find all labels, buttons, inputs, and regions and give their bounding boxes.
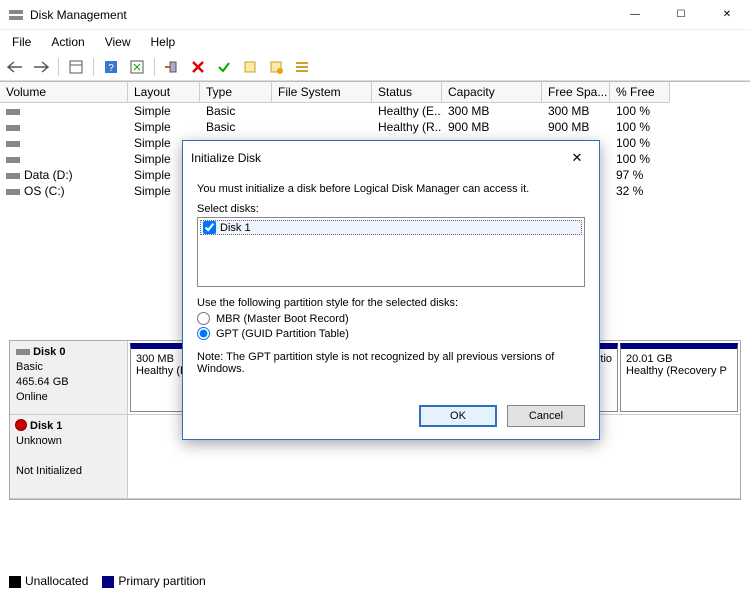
volume-row[interactable]: SimpleBasicHealthy (E...300 MB300 MB100 …: [0, 103, 750, 119]
col-status[interactable]: Status: [372, 82, 442, 103]
select-disks-label: Select disks:: [197, 203, 585, 215]
mbr-radio-row[interactable]: MBR (Master Boot Record): [197, 311, 585, 326]
legend-primary: Primary partition: [118, 574, 205, 588]
initialize-disk-dialog: Initialize Disk ✕ You must initialize a …: [182, 140, 600, 440]
menu-action[interactable]: Action: [43, 32, 92, 52]
primary-swatch: [102, 576, 114, 588]
refresh-icon[interactable]: [126, 56, 148, 78]
col-type[interactable]: Type: [200, 82, 272, 103]
partition[interactable]: 20.01 GB Healthy (Recovery P: [620, 343, 738, 412]
window-title: Disk Management: [30, 8, 612, 22]
disk1-label: Disk 1: [220, 222, 251, 234]
gpt-label: GPT (GUID Partition Table): [216, 328, 349, 340]
show-hide-icon[interactable]: [65, 56, 87, 78]
help-icon[interactable]: ?: [100, 56, 122, 78]
disk-list: Disk 1: [197, 217, 585, 287]
properties-icon[interactable]: [265, 56, 287, 78]
col-capacity[interactable]: Capacity: [442, 82, 542, 103]
unallocated-swatch: [9, 576, 21, 588]
partition[interactable]: 300 MB Healthy (E: [130, 343, 190, 412]
col-layout[interactable]: Layout: [128, 82, 200, 103]
legend: Unallocated Primary partition: [9, 574, 206, 588]
disk1-status: Not Initialized: [16, 465, 82, 477]
disk1-checkbox[interactable]: [203, 221, 216, 234]
disk0-status: Online: [16, 391, 48, 403]
close-button[interactable]: ✕: [704, 0, 750, 30]
main-titlebar: Disk Management — ☐ ✕: [0, 0, 750, 30]
ok-button[interactable]: OK: [419, 405, 497, 427]
col-volume[interactable]: Volume: [0, 82, 128, 103]
disk0-type: Basic: [16, 361, 43, 373]
forward-icon[interactable]: [30, 56, 52, 78]
menu-file[interactable]: File: [4, 32, 39, 52]
disk1-name: Disk 1: [30, 420, 62, 432]
gpt-radio[interactable]: [197, 327, 210, 340]
partition-style-label: Use the following partition style for th…: [197, 297, 585, 309]
menu-view[interactable]: View: [97, 32, 139, 52]
mbr-radio[interactable]: [197, 312, 210, 325]
dialog-title: Initialize Disk: [191, 151, 563, 165]
check-icon[interactable]: [213, 56, 235, 78]
menu-bar: File Action View Help: [0, 30, 750, 54]
mbr-label: MBR (Master Boot Record): [216, 313, 349, 325]
volume-list-header: Volume Layout Type File System Status Ca…: [0, 82, 750, 103]
minimize-button[interactable]: —: [612, 0, 658, 30]
list-icon[interactable]: [291, 56, 313, 78]
legend-unallocated: Unallocated: [25, 574, 88, 588]
delete-icon[interactable]: [187, 56, 209, 78]
col-pct[interactable]: % Free: [610, 82, 670, 103]
volume-row[interactable]: SimpleBasicHealthy (R...900 MB900 MB100 …: [0, 119, 750, 135]
menu-help[interactable]: Help: [143, 32, 184, 52]
action-icon[interactable]: [161, 56, 183, 78]
new-icon[interactable]: [239, 56, 261, 78]
disk-info-1: Disk 1 Unknown Not Initialized: [10, 415, 128, 498]
disk-checkbox-row[interactable]: Disk 1: [200, 220, 582, 235]
dialog-close-button[interactable]: ✕: [563, 147, 591, 169]
disk0-size: 465.64 GB: [16, 376, 69, 388]
toolbar: ?: [0, 54, 750, 81]
dialog-note: Note: The GPT partition style is not rec…: [197, 351, 585, 375]
maximize-button[interactable]: ☐: [658, 0, 704, 30]
disk1-type: Unknown: [16, 435, 62, 447]
disk0-name: Disk 0: [33, 346, 65, 358]
app-icon: [8, 7, 24, 23]
cancel-button[interactable]: Cancel: [507, 405, 585, 427]
gpt-radio-row[interactable]: GPT (GUID Partition Table): [197, 326, 585, 341]
back-icon[interactable]: [4, 56, 26, 78]
disk-info-0: Disk 0 Basic 465.64 GB Online: [10, 341, 128, 414]
dialog-message: You must initialize a disk before Logica…: [197, 183, 585, 195]
col-filesystem[interactable]: File System: [272, 82, 372, 103]
col-free[interactable]: Free Spa...: [542, 82, 610, 103]
svg-text:?: ?: [108, 63, 114, 74]
